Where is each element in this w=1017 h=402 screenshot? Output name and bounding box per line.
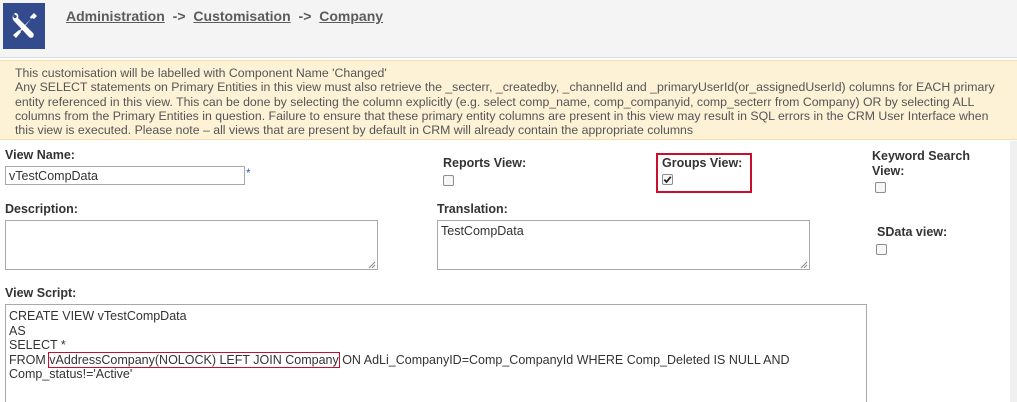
side-panel bbox=[870, 141, 1017, 402]
translation-textarea[interactable]: TestCompData bbox=[437, 220, 810, 270]
keyword-search-view-checkbox[interactable] bbox=[875, 182, 886, 193]
view-script-label: View Script: bbox=[5, 286, 77, 300]
reports-view-checkbox[interactable] bbox=[443, 175, 454, 186]
script-line: SELECT * bbox=[9, 338, 66, 352]
description-textarea[interactable] bbox=[5, 220, 378, 270]
breadcrumb-customisation-link[interactable]: Customisation bbox=[193, 8, 290, 24]
groups-view-checkbox[interactable] bbox=[662, 174, 673, 185]
resize-grip-icon[interactable] bbox=[368, 261, 376, 269]
script-join-highlight: vAddressCompany(NOLOCK) LEFT JOIN Compan… bbox=[48, 351, 340, 368]
breadcrumb-administration-link[interactable]: Administration bbox=[66, 8, 165, 24]
view-name-input[interactable] bbox=[5, 166, 245, 185]
script-line: FROM vAddressCompany(NOLOCK) LEFT JOIN C… bbox=[9, 351, 863, 368]
script-line: Comp_status!='Active' bbox=[9, 367, 133, 381]
breadcrumb-separator: -> bbox=[298, 8, 312, 24]
reports-view-label: Reports View: bbox=[443, 156, 527, 170]
breadcrumb-separator: -> bbox=[172, 8, 186, 24]
view-name-label: View Name: bbox=[5, 148, 75, 162]
keyword-search-view-label: Keyword Search View: bbox=[872, 149, 970, 178]
sdata-view-checkbox[interactable] bbox=[876, 244, 887, 255]
page-header: Administration -> Customisation -> Compa… bbox=[0, 0, 1017, 58]
checkmark-icon bbox=[663, 176, 672, 184]
page-edge bbox=[1010, 141, 1017, 402]
notice-select-warning: Any SELECT statements on Primary Entitie… bbox=[15, 80, 995, 138]
breadcrumb-company-link[interactable]: Company bbox=[319, 8, 383, 24]
info-notice: This customisation will be labelled with… bbox=[0, 60, 1017, 140]
view-script-textarea[interactable]: CREATE VIEW vTestCompData AS SELECT * FROM … bbox=[5, 304, 867, 402]
script-from-keyword: FROM bbox=[9, 352, 50, 367]
script-line: AS bbox=[9, 323, 26, 338]
description-label: Description: bbox=[5, 202, 78, 216]
required-marker: * bbox=[246, 166, 251, 180]
script-join-condition: ON AdLi_CompanyID=Comp_CompanyId WHERE C… bbox=[338, 352, 790, 367]
translation-label: Translation: bbox=[437, 202, 508, 216]
sdata-view-label: SData view: bbox=[877, 225, 948, 239]
breadcrumb: Administration -> Customisation -> Compa… bbox=[66, 8, 383, 24]
groups-view-label: Groups View: bbox=[662, 156, 743, 170]
notice-component-name: This customisation will be labelled with… bbox=[15, 66, 387, 80]
tools-icon bbox=[3, 3, 45, 49]
resize-grip-icon[interactable] bbox=[800, 261, 808, 269]
script-line: CREATE VIEW vTestCompData bbox=[9, 309, 187, 323]
